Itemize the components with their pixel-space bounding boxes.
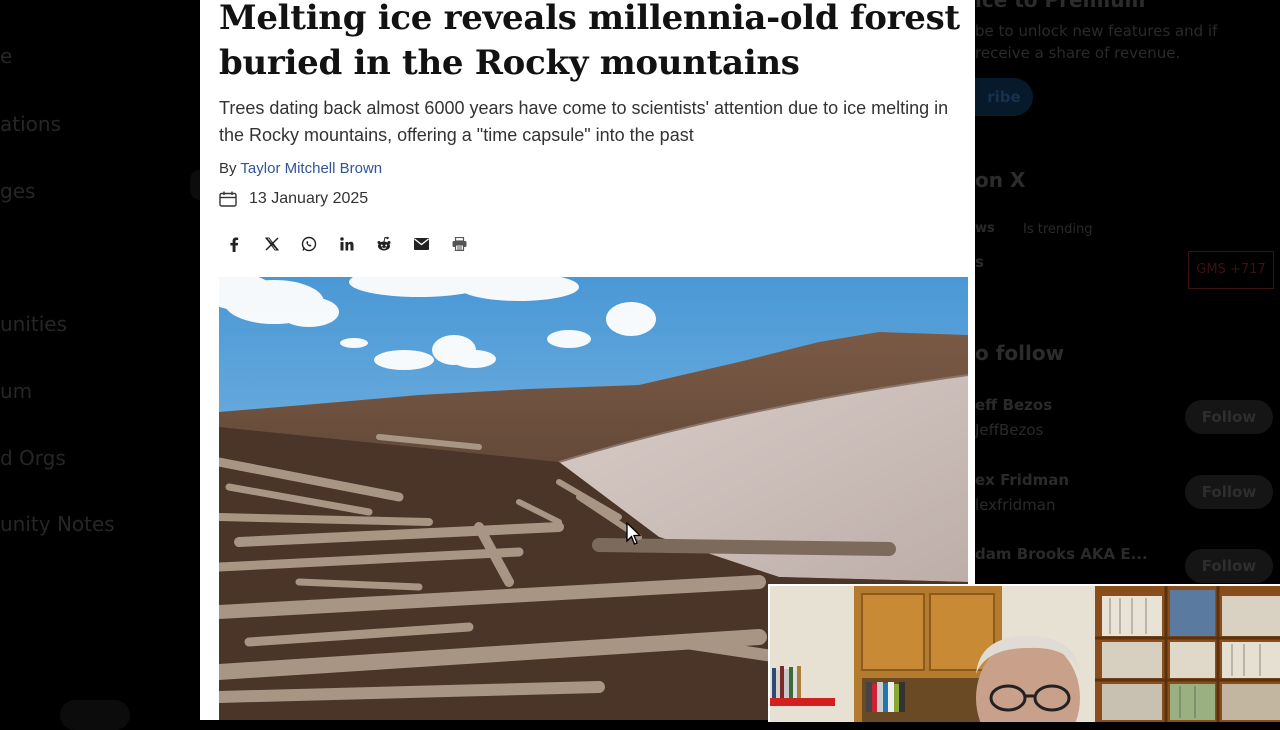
article-standfirst: Trees dating back almost 6000 years have… xyxy=(219,98,949,145)
calendar-icon xyxy=(219,191,237,207)
byline-prefix: By xyxy=(219,160,237,177)
nav-item-notifications: ations xyxy=(0,112,61,136)
nav-item-messages: ges xyxy=(0,179,36,203)
nav-item-premium: um xyxy=(0,379,33,403)
facebook-icon[interactable] xyxy=(219,229,249,259)
webcam-overlay xyxy=(768,584,1280,722)
print-icon[interactable] xyxy=(444,229,474,259)
article-headline: Melting ice reveals millennia-old forest… xyxy=(219,0,960,83)
byline: By Taylor Mitchell Brown xyxy=(219,160,382,177)
section-title: on X xyxy=(975,168,1026,192)
nav-item-community-notes: unity Notes xyxy=(0,512,115,536)
author-link[interactable]: Taylor Mitchell Brown xyxy=(240,160,382,177)
webcam-video-presenter xyxy=(770,586,1280,722)
badge: GMS +717 xyxy=(1188,251,1274,289)
x-icon[interactable] xyxy=(257,229,287,259)
date-text: 13 January 2025 xyxy=(249,190,369,207)
news-item: s xyxy=(975,253,984,271)
mouse-cursor-icon xyxy=(626,522,642,545)
follow-name: eff Bezos xyxy=(975,396,1053,414)
follow-button: Follow xyxy=(1185,549,1273,583)
follow-button: Follow xyxy=(1185,400,1273,434)
who-to-follow-title: o follow xyxy=(975,341,1065,365)
nav-item-verified-orgs: d Orgs xyxy=(0,446,66,470)
news-label: ws xyxy=(975,221,995,236)
follow-handle: lexfridman xyxy=(975,496,1056,514)
linkedin-icon[interactable] xyxy=(332,229,362,259)
follow-handle: JeffBezos xyxy=(975,421,1044,439)
background-shape xyxy=(60,700,130,730)
reddit-icon[interactable] xyxy=(369,229,399,259)
premium-text-line: receive a share of revenue. xyxy=(975,44,1181,62)
nav-item-fragment: e xyxy=(0,44,13,68)
email-icon[interactable] xyxy=(407,229,437,259)
nav-item-communities: unities xyxy=(0,312,68,336)
share-bar xyxy=(219,229,482,259)
premium-title: ice to Premium xyxy=(975,0,1146,12)
news-sub: Is trending xyxy=(1023,222,1093,237)
whatsapp-icon[interactable] xyxy=(294,229,324,259)
subscribe-button: ribe xyxy=(975,78,1033,116)
article-date: 13 January 2025 xyxy=(219,190,368,208)
follow-button: Follow xyxy=(1185,475,1273,509)
follow-name: dam Brooks AKA E... xyxy=(975,545,1148,563)
x-sidebar-background: e ations ges unities um d Orgs unity Not… xyxy=(0,0,210,730)
premium-text-line: be to unlock new features and if xyxy=(975,22,1218,40)
follow-name: ex Fridman xyxy=(975,471,1070,489)
